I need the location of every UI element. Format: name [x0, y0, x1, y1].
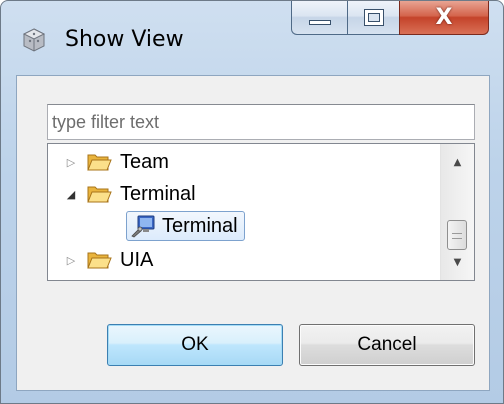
tree-item-label: Team — [120, 151, 169, 173]
view-tree[interactable]: ▷ Team ◢ Terminal Terminal ▷ UIA ▲ ▼ — [47, 143, 475, 281]
selection-highlight: Terminal — [126, 211, 245, 241]
dialog-body: ▷ Team ◢ Terminal — [16, 75, 490, 391]
terminal-view-icon — [131, 215, 155, 238]
folder-icon — [87, 154, 112, 171]
show-view-dialog: Show View X ▷ Team — [0, 0, 504, 404]
maximize-button[interactable] — [347, 1, 399, 35]
tree-item-terminal-view[interactable]: Terminal — [126, 210, 245, 242]
collapse-arrow-icon[interactable]: ◢ — [64, 187, 78, 201]
expand-arrow-icon[interactable]: ▷ — [64, 155, 78, 169]
expand-arrow-icon[interactable]: ▷ — [64, 253, 78, 267]
scroll-up-arrow-icon: ▲ — [453, 156, 462, 168]
tree-item-label: Terminal — [120, 183, 196, 205]
scroll-up-button[interactable]: ▲ — [441, 148, 474, 176]
tree-item-uia[interactable]: ▷ UIA — [64, 244, 154, 276]
tree-scrollbar[interactable]: ▲ ▼ — [440, 144, 474, 280]
folder-icon — [87, 186, 112, 203]
scroll-thumb[interactable] — [447, 220, 467, 250]
minimize-button[interactable] — [291, 1, 347, 35]
ok-button[interactable]: OK — [107, 324, 283, 366]
tree-item-label: UIA — [120, 249, 154, 271]
app-icon — [22, 28, 46, 52]
tree-item-team[interactable]: ▷ Team — [64, 146, 169, 178]
folder-icon — [87, 252, 112, 269]
minimize-icon — [309, 20, 331, 25]
filter-input[interactable] — [47, 104, 475, 140]
scroll-down-button[interactable]: ▼ — [441, 248, 474, 276]
maximize-icon — [364, 9, 384, 26]
close-button[interactable]: X — [399, 1, 489, 35]
close-icon: X — [435, 4, 453, 30]
title-bar[interactable]: Show View X — [1, 1, 503, 75]
window-title: Show View — [65, 27, 184, 52]
tree-item-terminal-folder[interactable]: ◢ Terminal — [64, 178, 196, 210]
cancel-button[interactable]: Cancel — [299, 324, 475, 366]
scroll-down-arrow-icon: ▼ — [453, 256, 462, 268]
caption-buttons: X — [291, 1, 489, 35]
tree-item-label: Terminal — [162, 215, 238, 237]
